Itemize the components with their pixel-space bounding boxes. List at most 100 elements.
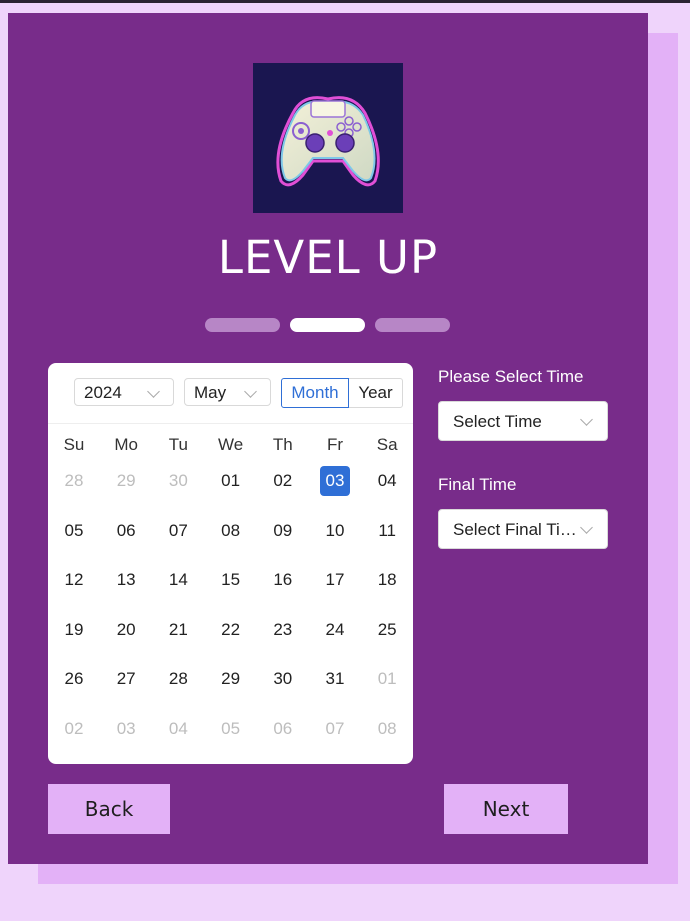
- day-cell[interactable]: 28: [152, 664, 204, 694]
- day-number: 29: [116, 471, 136, 490]
- day-number: 05: [221, 719, 241, 738]
- booking-panel: LEVEL UP 2024 May Month Year Su Mo Tu We Th F…: [8, 13, 648, 864]
- day-cell[interactable]: 01: [361, 664, 413, 694]
- mode-year-button[interactable]: Year: [348, 378, 403, 408]
- day-grid: 28 29 30 01 02 03 04 05 06 07 08 09 10 11 12 13 14 15 16 17…: [48, 463, 413, 763]
- day-number: 04: [377, 471, 397, 490]
- chevron-down-icon: [244, 385, 257, 398]
- day-cell[interactable]: 11: [361, 516, 413, 546]
- step-2-active: [290, 318, 365, 332]
- day-cell[interactable]: 24: [309, 615, 361, 645]
- day-number: 31: [325, 669, 345, 689]
- day-cell[interactable]: 05: [48, 516, 100, 546]
- year-value: 2024: [84, 383, 122, 402]
- day-cell[interactable]: 30: [152, 466, 204, 496]
- step-1: [205, 318, 280, 332]
- day-number: 14: [168, 570, 188, 590]
- day-cell[interactable]: 02: [257, 466, 309, 496]
- day-cell[interactable]: 20: [100, 615, 152, 645]
- calendar-header: 2024 May Month Year: [48, 363, 413, 424]
- month-value: May: [194, 383, 227, 402]
- calendar-mode-toggle: Month Year: [281, 378, 403, 408]
- day-number: 21: [168, 619, 188, 639]
- gamepad-icon: [253, 63, 403, 213]
- day-number: 25: [377, 619, 397, 639]
- day-number: 06: [273, 719, 293, 738]
- next-button[interactable]: Next: [444, 784, 568, 834]
- day-cell[interactable]: 06: [100, 516, 152, 546]
- day-cell[interactable]: 10: [309, 516, 361, 546]
- day-cell[interactable]: 26: [48, 664, 100, 694]
- final-time-select-value: Select Final Time: [453, 520, 578, 539]
- weekday-label: Fr: [326, 435, 344, 454]
- day-cell[interactable]: 03: [100, 714, 152, 744]
- day-number: 27: [116, 669, 136, 689]
- day-cell[interactable]: 04: [361, 466, 413, 496]
- day-number: 13: [116, 570, 136, 590]
- chevron-down-icon: [580, 521, 593, 534]
- day-cell[interactable]: 09: [257, 516, 309, 546]
- day-number: 22: [221, 619, 241, 639]
- day-cell[interactable]: 17: [309, 565, 361, 595]
- day-cell[interactable]: 07: [152, 516, 204, 546]
- day-number: 01: [377, 669, 397, 689]
- day-number: 18: [377, 570, 397, 590]
- day-number: 08: [377, 719, 397, 738]
- time-label: Please Select Time: [438, 367, 584, 386]
- final-time-select[interactable]: Select Final Time: [438, 509, 608, 549]
- day-number: 15: [221, 570, 241, 590]
- day-cell[interactable]: 31: [309, 664, 361, 694]
- chevron-down-icon: [147, 385, 160, 398]
- day-cell[interactable]: 28: [48, 466, 100, 496]
- day-cell[interactable]: 08: [205, 516, 257, 546]
- day-number: 12: [64, 570, 84, 590]
- day-cell[interactable]: 18: [361, 565, 413, 595]
- day-cell[interactable]: 01: [205, 466, 257, 496]
- day-number: 30: [273, 669, 293, 689]
- day-cell[interactable]: 02: [48, 714, 100, 744]
- day-cell[interactable]: 25: [361, 615, 413, 645]
- day-number: 20: [116, 619, 136, 639]
- weekday-header: Su Mo Tu We Th Fr Sa: [48, 435, 413, 455]
- day-cell[interactable]: 29: [205, 664, 257, 694]
- weekday-label: We: [217, 435, 244, 454]
- day-number: 05: [64, 520, 84, 540]
- back-button[interactable]: Back: [48, 784, 170, 834]
- day-cell[interactable]: 06: [257, 714, 309, 744]
- day-cell[interactable]: 22: [205, 615, 257, 645]
- day-number: 02: [273, 471, 293, 490]
- day-cell-selected[interactable]: 03: [309, 466, 361, 496]
- day-number: 07: [168, 520, 188, 540]
- mode-month-button[interactable]: Month: [281, 378, 349, 408]
- day-number: 19: [64, 619, 84, 639]
- day-cell[interactable]: 23: [257, 615, 309, 645]
- day-cell[interactable]: 07: [309, 714, 361, 744]
- date-calendar: 2024 May Month Year Su Mo Tu We Th Fr Sa 28 29 3…: [48, 363, 413, 764]
- time-select[interactable]: Select Time: [438, 401, 608, 441]
- day-cell[interactable]: 05: [205, 714, 257, 744]
- month-select[interactable]: May: [184, 378, 271, 406]
- day-number: 29: [221, 669, 241, 689]
- day-cell[interactable]: 16: [257, 565, 309, 595]
- day-cell[interactable]: 19: [48, 615, 100, 645]
- day-cell[interactable]: 29: [100, 466, 152, 496]
- chevron-down-icon: [580, 413, 593, 426]
- day-cell[interactable]: 21: [152, 615, 204, 645]
- weekday-label: Sa: [376, 435, 398, 454]
- step-indicator: [205, 318, 455, 333]
- weekday-label: Su: [63, 435, 85, 454]
- day-number: 03: [116, 719, 136, 738]
- day-cell[interactable]: 04: [152, 714, 204, 744]
- day-number: 23: [273, 619, 293, 639]
- day-cell[interactable]: 27: [100, 664, 152, 694]
- day-number: 28: [64, 471, 84, 490]
- year-select[interactable]: 2024: [74, 378, 174, 406]
- day-cell[interactable]: 12: [48, 565, 100, 595]
- day-number: 16: [273, 570, 293, 590]
- weekday-label: Tu: [168, 435, 188, 454]
- day-cell[interactable]: 30: [257, 664, 309, 694]
- day-cell[interactable]: 15: [205, 565, 257, 595]
- day-cell[interactable]: 14: [152, 565, 204, 595]
- day-cell[interactable]: 08: [361, 714, 413, 744]
- day-cell[interactable]: 13: [100, 565, 152, 595]
